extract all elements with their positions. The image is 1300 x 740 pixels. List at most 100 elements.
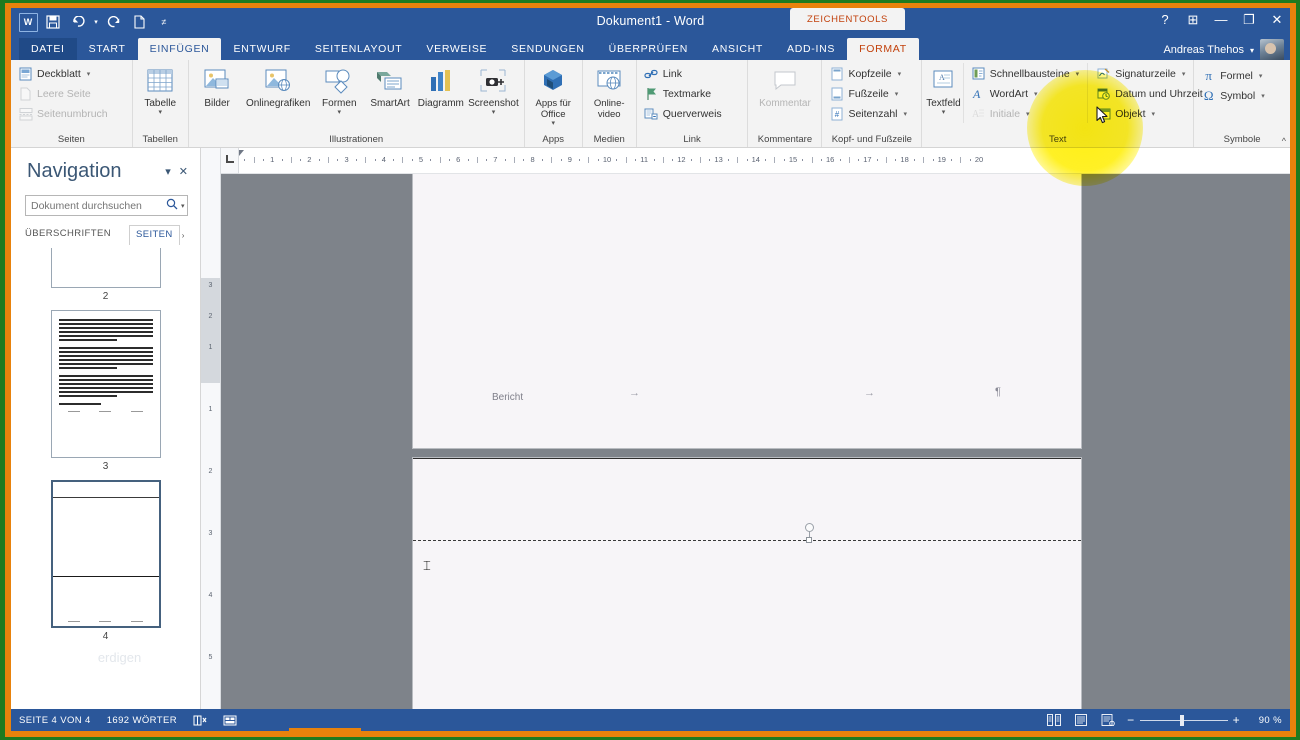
button-fusszeile[interactable]: Fußzeile ▾ — [826, 84, 910, 103]
nav-tabs-overflow-icon[interactable]: › — [182, 231, 185, 240]
zoom-in-button[interactable]: + — [1233, 714, 1240, 726]
chevron-down-icon[interactable]: ▾ — [904, 110, 908, 118]
tab-format[interactable]: FORMAT — [847, 38, 919, 60]
proofing-errors-icon[interactable] — [193, 714, 207, 727]
horizontal-ruler[interactable]: 1 2 3 4 5 6 7 8 9 10 11 12 13 14 15 16 17 18 19 20 — [221, 148, 1290, 174]
close-icon[interactable]: ✕ — [1270, 12, 1284, 28]
document-pages[interactable]: Bericht → → ¶ ⌶ — [221, 174, 1290, 709]
button-wordart[interactable]: A WordArt ▾ — [968, 84, 1083, 103]
ruler-corner-tab-selector[interactable] — [221, 148, 239, 174]
chevron-down-icon[interactable]: ▾ — [1076, 70, 1080, 78]
status-page-info[interactable]: SEITE 4 VON 4 — [19, 715, 91, 726]
chevron-down-icon[interactable]: ▾ — [1182, 70, 1186, 78]
chevron-down-icon[interactable]: ▾ — [161, 165, 175, 178]
rotation-handle[interactable] — [805, 523, 814, 532]
button-seitenumbruch[interactable]: Seitenumbruch — [15, 104, 111, 123]
button-smartart[interactable]: SmartArt — [366, 63, 415, 109]
button-diagramm[interactable]: Diagramm — [416, 63, 465, 109]
chevron-down-icon[interactable]: ▾ — [87, 70, 91, 78]
search-input[interactable] — [31, 199, 166, 212]
zoom-level-label[interactable]: 90 % — [1252, 715, 1282, 726]
restore-icon[interactable]: ❐ — [1242, 12, 1256, 28]
button-seitenzahl[interactable]: # Seitenzahl ▾ — [826, 104, 910, 123]
close-icon[interactable]: ✕ — [175, 165, 192, 178]
chevron-down-icon[interactable]: ▾ — [1034, 90, 1038, 98]
button-objekt[interactable]: Objekt ▾ — [1093, 104, 1206, 123]
button-formel[interactable]: π Formel ▾ — [1198, 66, 1268, 85]
account-name[interactable]: Andreas Thehos — [1163, 44, 1244, 56]
ribbon-display-options-icon[interactable]: ⊞ — [1186, 12, 1200, 28]
button-querverweis[interactable]: Querverweis — [641, 104, 725, 123]
tab-seitenlayout[interactable]: SEITENLAYOUT — [303, 38, 415, 60]
document-canvas[interactable]: 3 2 1 1 2 3 4 5 1 2 3 4 5 6 7 8 9 10 11 12 13 14 15 16 1… — [201, 148, 1290, 709]
collapse-ribbon-icon[interactable]: ^ — [1282, 136, 1286, 146]
zoom-track[interactable] — [1139, 714, 1228, 726]
search-icon[interactable] — [166, 198, 178, 213]
zoom-out-button[interactable]: − — [1127, 714, 1134, 726]
chevron-down-icon[interactable]: ▾ — [1026, 110, 1030, 118]
print-layout-icon[interactable] — [1073, 714, 1088, 727]
button-symbol[interactable]: Ω Symbol ▾ — [1198, 86, 1268, 105]
tab-ansicht[interactable]: ANSICHT — [700, 38, 775, 60]
document-page-selected[interactable]: ⌶ — [413, 458, 1081, 709]
chevron-down-icon[interactable]: ▾ — [895, 90, 899, 98]
tab-verweise[interactable]: VERWEISE — [414, 38, 499, 60]
button-kommentar[interactable]: Kommentar — [752, 63, 817, 109]
page-thumbnail[interactable] — [50, 310, 161, 458]
button-textfeld[interactable]: A Textfeld ▾ — [926, 63, 961, 116]
help-icon[interactable]: ? — [1158, 12, 1172, 28]
list-item[interactable]: 3 — [11, 310, 200, 480]
button-apps-fuer-office[interactable]: Apps für Office ▾ — [529, 63, 578, 127]
tab-datei[interactable]: DATEI — [19, 38, 77, 60]
web-layout-icon[interactable] — [1100, 714, 1115, 727]
tab-start[interactable]: START — [77, 38, 138, 60]
button-initiale[interactable]: A Initiale ▾ — [968, 104, 1083, 123]
page-thumbnail[interactable] — [50, 248, 161, 288]
chevron-down-icon[interactable]: ▾ — [1152, 110, 1156, 118]
button-bilder[interactable]: Bilder — [193, 63, 242, 109]
tab-einfuegen[interactable]: EINFÜGEN — [137, 38, 222, 60]
tab-add-ins[interactable]: ADD-INS — [775, 38, 847, 60]
status-word-count[interactable]: 1692 WÖRTER — [107, 715, 177, 726]
chevron-down-icon[interactable]: ▾ — [898, 70, 902, 78]
navigation-search-box[interactable]: ▾ — [25, 195, 188, 216]
chevron-down-icon[interactable]: ▾ — [551, 120, 555, 127]
chevron-down-icon[interactable]: ▾ — [492, 109, 496, 116]
button-leere-seite[interactable]: Leere Seite — [15, 84, 111, 103]
button-kopfzeile[interactable]: Kopfzeile ▾ — [826, 64, 910, 83]
button-datum-und-uhrzeit[interactable]: Datum und Uhrzeit — [1093, 84, 1206, 103]
search-options-caret-icon[interactable]: ▾ — [181, 202, 185, 210]
button-screenshot[interactable]: Screenshot ▾ — [467, 63, 520, 116]
button-link[interactable]: Link — [641, 64, 725, 83]
button-onlinegrafiken[interactable]: Onlinegrafiken — [243, 63, 312, 109]
tab-ueberpruefen[interactable]: ÜBERPRÜFEN — [597, 38, 700, 60]
document-page[interactable]: Bericht → → ¶ — [413, 174, 1081, 448]
button-tabelle[interactable]: Tabelle ▾ — [137, 63, 184, 116]
page-thumbnails-list[interactable]: 2 3 4 erdigen — [11, 248, 200, 709]
minimize-icon[interactable]: — — [1214, 12, 1228, 28]
read-mode-icon[interactable] — [1046, 714, 1061, 727]
chevron-down-icon[interactable]: ▾ — [1261, 92, 1265, 100]
tab-sendungen[interactable]: SENDUNGEN — [499, 38, 596, 60]
button-formen[interactable]: Formen ▾ — [315, 63, 364, 116]
chevron-down-icon[interactable]: ▾ — [338, 109, 342, 116]
avatar[interactable] — [1260, 39, 1284, 61]
zoom-slider[interactable]: − + — [1127, 714, 1240, 726]
chevron-down-icon[interactable]: ▾ — [1259, 72, 1263, 80]
macro-record-icon[interactable] — [223, 714, 237, 727]
tab-entwurf[interactable]: ENTWURF — [221, 38, 302, 60]
list-item[interactable]: 2 — [11, 248, 200, 310]
chevron-down-icon[interactable]: ▾ — [942, 109, 946, 116]
resize-handle[interactable] — [806, 537, 812, 543]
button-signaturzeile[interactable]: Signaturzeile ▾ — [1093, 64, 1206, 83]
zoom-thumb[interactable] — [1179, 714, 1184, 726]
vertical-ruler[interactable]: 3 2 1 1 2 3 4 5 — [201, 148, 221, 709]
button-schnellbausteine[interactable]: Schnellbausteine ▾ — [968, 64, 1083, 83]
nav-tab-ueberschriften[interactable]: ÜBERSCHRIFTEN — [25, 225, 115, 245]
nav-tab-seiten[interactable]: SEITEN — [128, 225, 180, 245]
list-item[interactable]: 4 erdigen — [11, 480, 200, 665]
button-deckblatt[interactable]: Deckblatt ▾ — [15, 64, 111, 83]
page-thumbnail-selected[interactable] — [50, 480, 161, 628]
account-caret-icon[interactable]: ▾ — [1250, 46, 1254, 55]
chevron-down-icon[interactable]: ▾ — [158, 109, 162, 116]
